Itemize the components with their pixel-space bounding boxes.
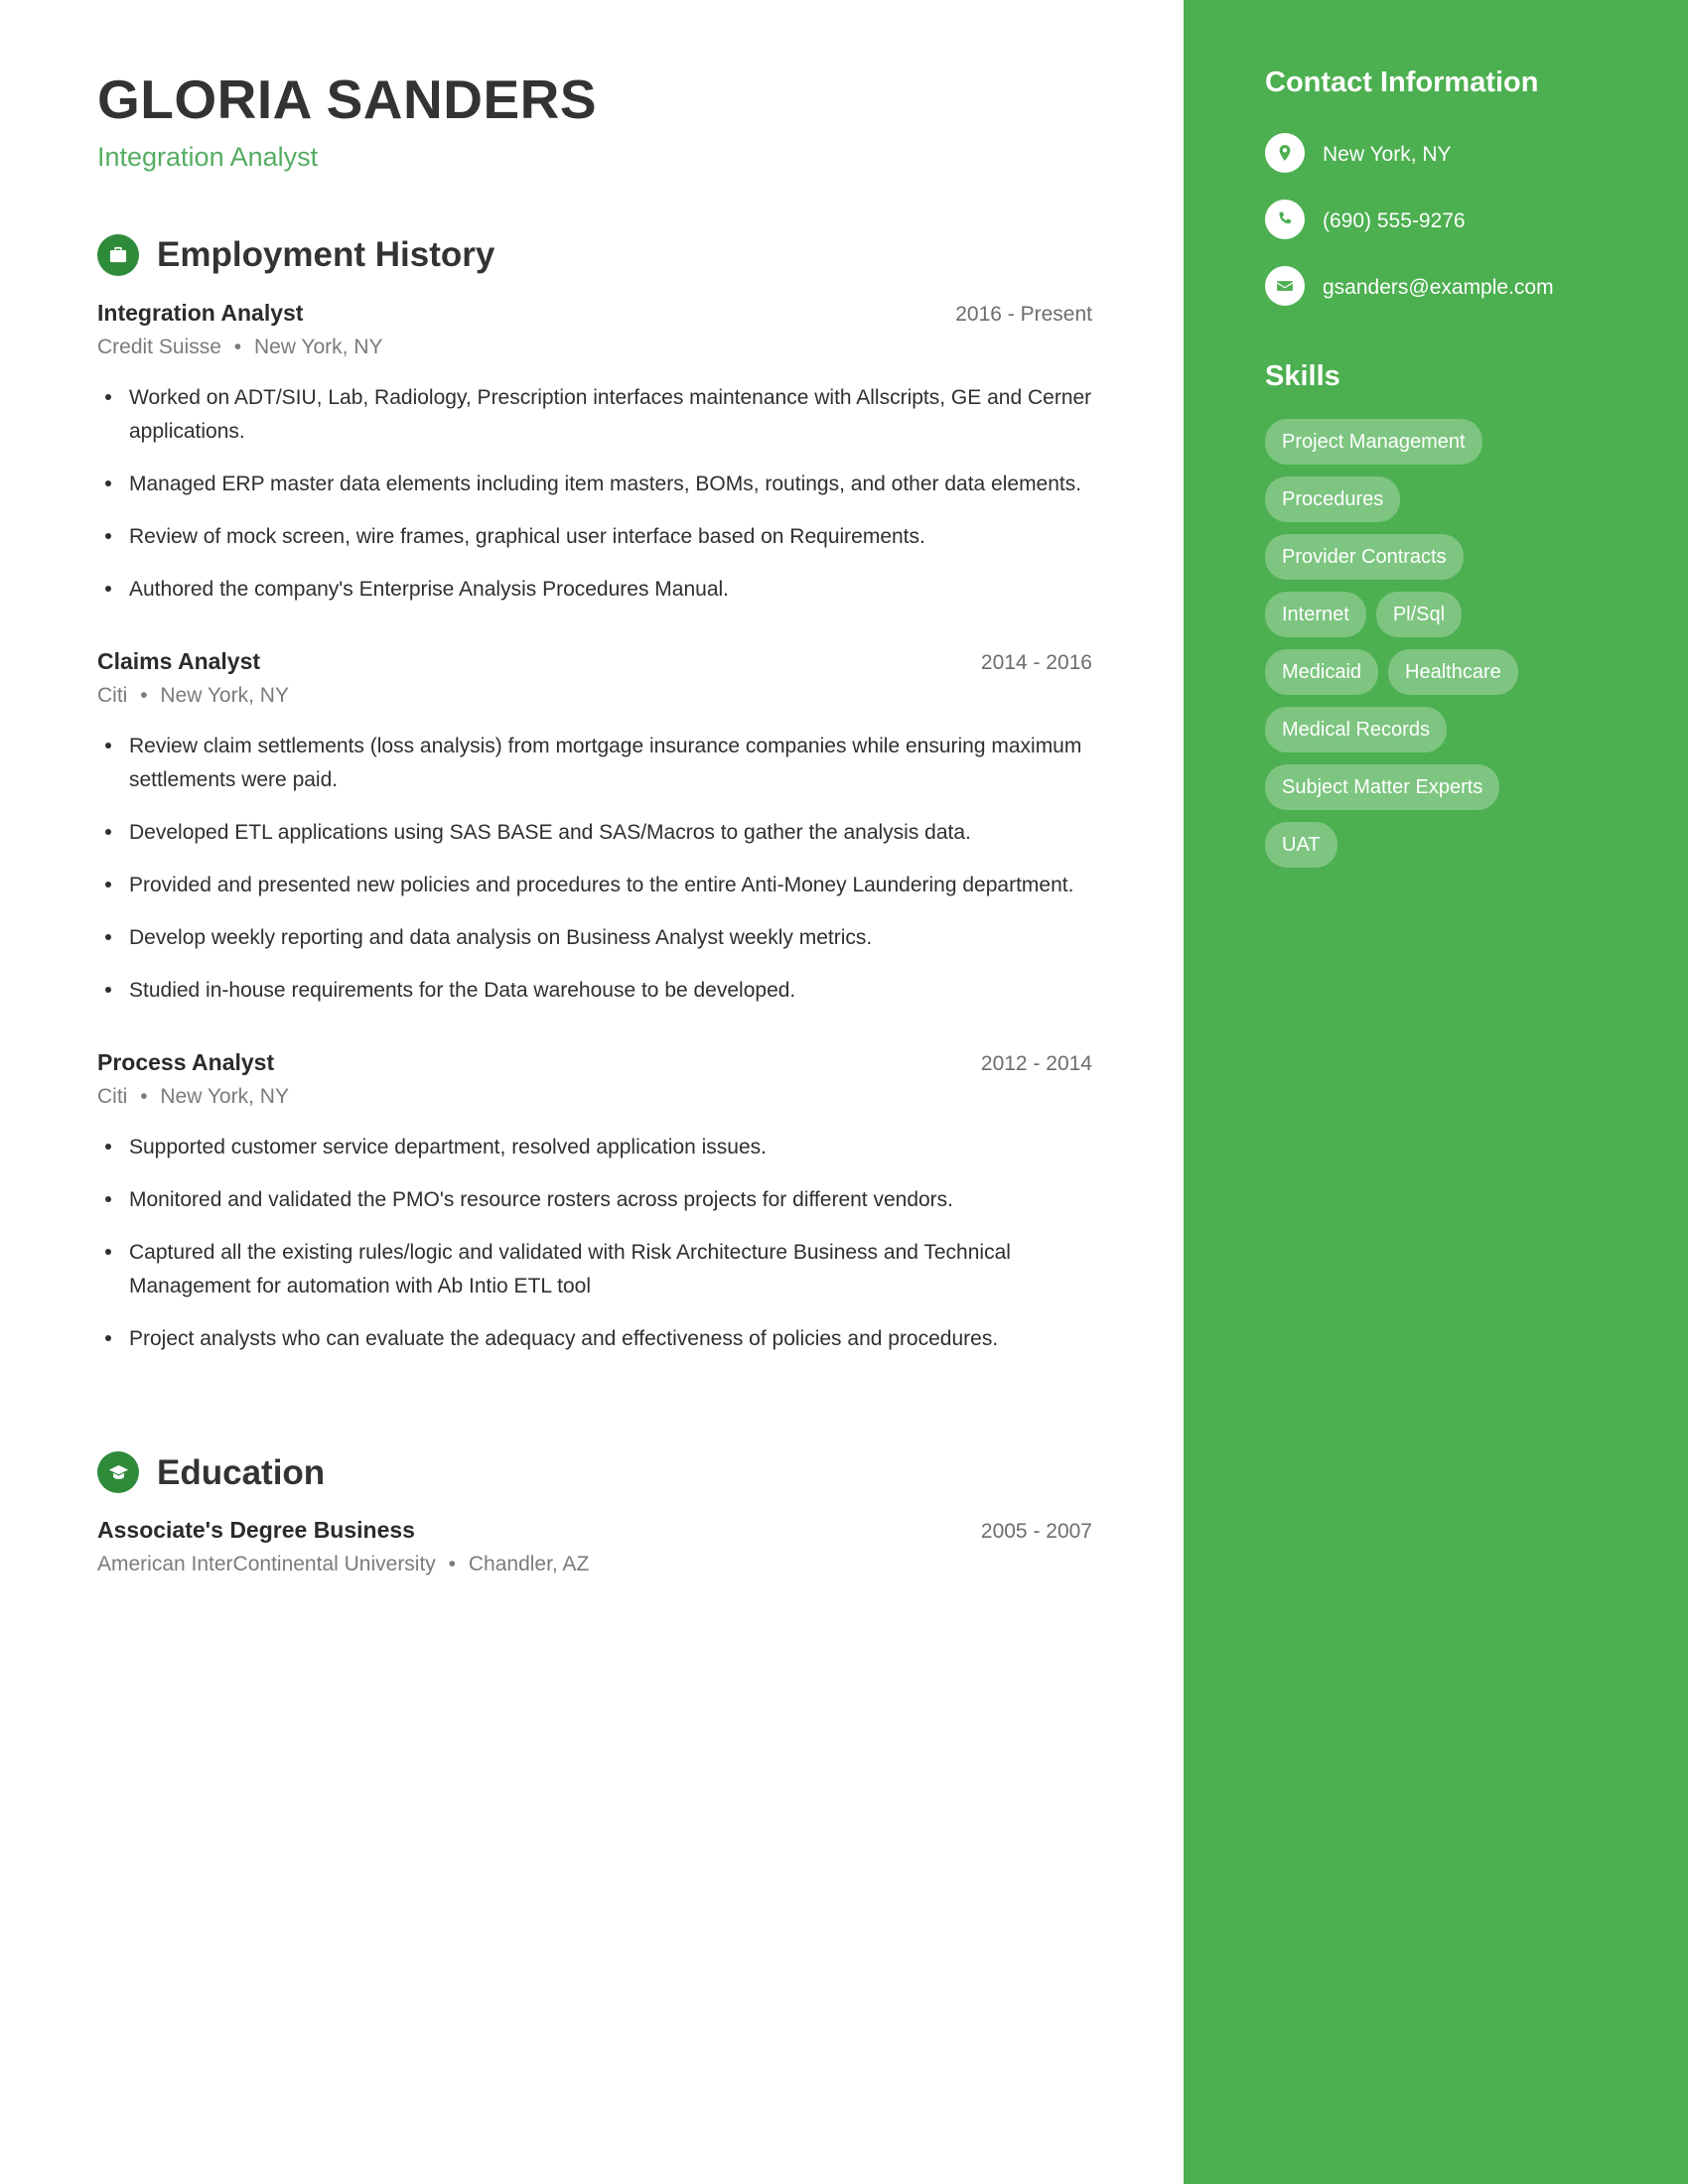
entry-company: Credit Suisse: [97, 335, 221, 358]
contact-item-location: New York, NY: [1265, 132, 1626, 173]
bullet-item: Develop weekly reporting and data analys…: [97, 921, 1092, 955]
entry-meta: Citi • New York, NY: [97, 684, 1092, 708]
employment-entry: Claims Analyst 2014 - 2016 Citi • New Yo…: [97, 648, 1092, 1008]
contact-list: New York, NY (690) 555-9276 gsanders@exa…: [1265, 132, 1626, 306]
bullet-item: Provided and presented new policies and …: [97, 869, 1092, 902]
sidebar: Contact Information New York, NY (690) 5…: [1184, 0, 1688, 2184]
entry-header: Associate's Degree Business 2005 - 2007: [97, 1517, 1092, 1544]
location-pin-icon: [1265, 132, 1305, 173]
sidebar-title-contact: Contact Information: [1265, 67, 1539, 98]
bullet-item: Authored the company's Enterprise Analys…: [97, 573, 1092, 607]
meta-separator: •: [233, 335, 242, 358]
section-header-education: Education: [97, 1451, 1092, 1493]
entry-meta: Credit Suisse • New York, NY: [97, 336, 1092, 359]
envelope-icon: [1265, 265, 1305, 306]
meta-separator: •: [448, 1553, 457, 1575]
bullet-item: Managed ERP master data elements includi…: [97, 468, 1092, 501]
entry-dates: 2014 - 2016: [980, 650, 1092, 674]
skill-tag: Project Management: [1265, 418, 1482, 465]
entry-role: Process Analyst: [97, 1048, 275, 1075]
entry-location: New York, NY: [253, 335, 383, 358]
skill-tag: Subject Matter Experts: [1265, 763, 1500, 810]
skill-tag: Pl/Sql: [1375, 591, 1463, 637]
bullet-item: Project analysts who can evaluate the ad…: [97, 1322, 1092, 1356]
entry-dates: 2012 - 2014: [980, 1051, 1092, 1075]
bullet-item: Developed ETL applications using SAS BAS…: [97, 816, 1092, 850]
skill-tag: Medicaid: [1265, 648, 1379, 695]
entry-bullet-list: Supported customer service department, r…: [97, 1131, 1092, 1356]
section-title-employment: Employment History: [157, 235, 495, 275]
meta-separator: •: [140, 1084, 148, 1108]
bullet-item: Studied in-house requirements for the Da…: [97, 974, 1092, 1008]
employment-entry: Integration Analyst 2016 - Present Credi…: [97, 300, 1092, 607]
entry-header: Integration Analyst 2016 - Present: [97, 300, 1092, 327]
skills-list: Project Management Procedures Provider C…: [1265, 418, 1553, 868]
entry-meta: Citi • New York, NY: [97, 1085, 1092, 1109]
contact-location-value: New York, NY: [1323, 142, 1452, 166]
briefcase-icon: [97, 233, 139, 276]
education-entry: Associate's Degree Business 2005 - 2007 …: [97, 1517, 1092, 1576]
entry-header: Claims Analyst 2014 - 2016: [97, 648, 1092, 675]
contact-phone-value: (690) 555-9276: [1323, 208, 1466, 232]
entry-role: Claims Analyst: [97, 647, 261, 674]
phone-icon: [1265, 199, 1305, 239]
contact-item-phone: (690) 555-9276: [1265, 199, 1626, 239]
entry-degree: Associate's Degree Business: [97, 1517, 415, 1543]
bullet-item: Supported customer service department, r…: [97, 1131, 1092, 1164]
entry-location: Chandler, AZ: [468, 1553, 590, 1575]
entry-school: American InterContinental University: [97, 1553, 436, 1575]
contact-email-value: gsanders@example.com: [1323, 275, 1554, 299]
contact-item-email: gsanders@example.com: [1265, 265, 1626, 306]
entry-role: Integration Analyst: [97, 299, 304, 326]
main-content-column: GLORIA SANDERS Integration Analyst Emplo…: [0, 0, 1184, 2184]
entry-meta: American InterContinental University • C…: [97, 1553, 1092, 1576]
entry-header: Process Analyst 2012 - 2014: [97, 1049, 1092, 1076]
entry-location: New York, NY: [160, 1084, 289, 1108]
graduation-cap-icon: [97, 1451, 139, 1493]
entry-bullet-list: Review claim settlements (loss analysis)…: [97, 730, 1092, 1008]
bullet-item: Monitored and validated the PMO's resour…: [97, 1183, 1092, 1217]
skill-tag: Healthcare: [1388, 648, 1518, 695]
bullet-item: Captured all the existing rules/logic an…: [97, 1236, 1092, 1303]
skill-tag: Medical Records: [1265, 706, 1447, 752]
entry-dates: 2005 - 2007: [980, 1520, 1092, 1543]
bullet-item: Review of mock screen, wire frames, grap…: [97, 520, 1092, 554]
sidebar-title-skills: Skills: [1265, 359, 1340, 392]
entry-location: New York, NY: [160, 683, 289, 707]
entry-dates: 2016 - Present: [955, 302, 1092, 326]
skill-tag: Provider Contracts: [1265, 533, 1464, 580]
professional-headline: Integration Analyst: [97, 141, 319, 172]
section-header-employment: Employment History: [97, 233, 1092, 276]
skill-tag: Procedures: [1265, 476, 1401, 522]
entry-bullet-list: Worked on ADT/SIU, Lab, Radiology, Presc…: [97, 381, 1092, 607]
resume-document: GLORIA SANDERS Integration Analyst Emplo…: [0, 0, 1688, 2184]
page-title: GLORIA SANDERS: [97, 68, 598, 130]
employment-entry: Process Analyst 2012 - 2014 Citi • New Y…: [97, 1049, 1092, 1356]
entry-company: Citi: [97, 1084, 128, 1108]
meta-separator: •: [140, 683, 148, 707]
section-title-education: Education: [157, 1452, 326, 1492]
skill-tag: Internet: [1265, 591, 1366, 637]
bullet-item: Worked on ADT/SIU, Lab, Radiology, Presc…: [97, 381, 1092, 449]
skill-tag: UAT: [1265, 821, 1337, 868]
bullet-item: Review claim settlements (loss analysis)…: [97, 730, 1092, 797]
entry-company: Citi: [97, 683, 128, 707]
